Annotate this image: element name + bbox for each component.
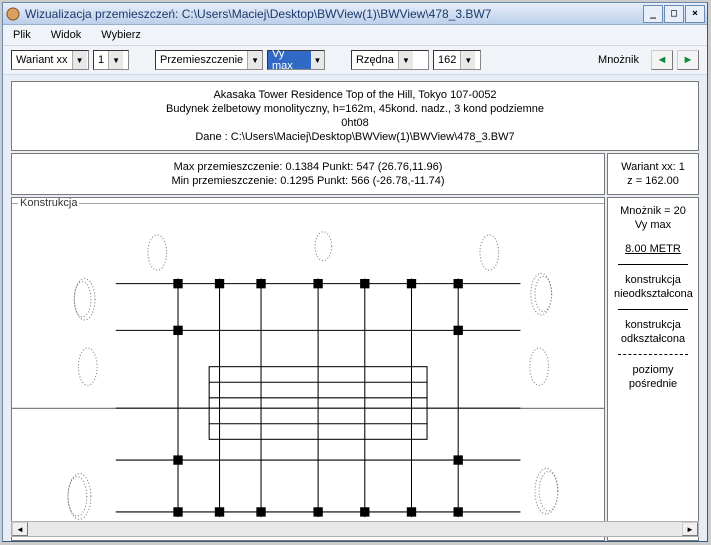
chevron-down-icon: ▼ xyxy=(398,51,413,69)
chevron-down-icon: ▼ xyxy=(72,51,87,69)
num-select[interactable]: 1 ▼ xyxy=(93,50,129,70)
titlebar: Wizualizacja przemieszczeń: C:\Users\Mac… xyxy=(3,3,707,25)
legend-scale: 8.00 METR xyxy=(614,242,692,256)
window-title: Wizualizacja przemieszczeń: C:\Users\Mac… xyxy=(25,7,643,21)
scroll-track[interactable] xyxy=(28,522,682,536)
stats-panel: Max przemieszczenie: 0.1384 Punkt: 547 (… xyxy=(11,153,605,195)
legend-vy: Vy max xyxy=(614,218,692,232)
legend-def2: odkształcona xyxy=(614,332,692,346)
content-area: Akasaka Tower Residence Top of the Hill,… xyxy=(11,81,699,541)
legend-line-solid xyxy=(618,264,688,265)
toolbar: Wariant xx ▼ 1 ▼ Przemieszczenie ▼ Vy ma… xyxy=(3,45,707,75)
wariant-value: Wariant xx xyxy=(16,54,68,66)
application-window: Wizualizacja przemieszczeń: C:\Users\Mac… xyxy=(2,2,708,542)
header-line3: 0ht08 xyxy=(18,116,692,130)
header-panel: Akasaka Tower Residence Top of the Hill,… xyxy=(11,81,699,151)
close-button[interactable]: × xyxy=(685,5,705,23)
chevron-down-icon: ▼ xyxy=(310,51,324,69)
chevron-down-icon: ▼ xyxy=(460,51,475,69)
przem-select[interactable]: Przemieszczenie ▼ xyxy=(155,50,263,70)
mnoznik-label: Mnożnik xyxy=(598,54,639,66)
rzedna-val-select[interactable]: 162 ▼ xyxy=(433,50,481,70)
vymax-select[interactable]: Vy max ▼ xyxy=(267,50,325,70)
menu-file[interactable]: Plik xyxy=(9,27,35,43)
legend-line-dashed xyxy=(618,354,688,355)
legend-lev1: poziomy xyxy=(614,363,692,377)
vymax-value: Vy max xyxy=(272,48,306,72)
minimize-button[interactable]: _ xyxy=(643,5,663,23)
legend-lev2: pośrednie xyxy=(614,377,692,391)
main-panel: Konstrukcja xyxy=(11,197,605,541)
konstrukcja-legend: Konstrukcja xyxy=(18,197,79,209)
chevron-down-icon: ▼ xyxy=(108,51,123,69)
legend-def1: konstrukcja xyxy=(614,318,692,332)
stats-max: Max przemieszczenie: 0.1384 Punkt: 547 (… xyxy=(18,160,598,174)
scroll-right-button[interactable]: ► xyxy=(682,522,698,536)
side-top-panel: Wariant xx: 1 z = 162.00 xyxy=(607,153,699,195)
menu-select[interactable]: Wybierz xyxy=(97,27,145,43)
header-line1: Akasaka Tower Residence Top of the Hill,… xyxy=(18,88,692,102)
chevron-down-icon: ▼ xyxy=(247,51,262,69)
legend-undef1: konstrukcja xyxy=(614,273,692,287)
app-icon xyxy=(5,6,21,22)
legend-line-solid xyxy=(618,309,688,310)
rzedna-select[interactable]: Rzędna ▼ xyxy=(351,50,429,70)
maximize-button[interactable]: □ xyxy=(664,5,684,23)
menu-view[interactable]: Widok xyxy=(47,27,86,43)
przem-value: Przemieszczenie xyxy=(160,54,243,66)
side-wariant: Wariant xx: 1 xyxy=(614,160,692,174)
stats-min: Min przemieszczenie: 0.1295 Punkt: 566 (… xyxy=(18,174,598,188)
horizontal-scrollbar[interactable]: ◄ ► xyxy=(11,521,699,537)
legend-mnoznik: Mnożnik = 20 xyxy=(614,204,692,218)
menubar: Plik Widok Wybierz xyxy=(3,25,707,45)
legend-undef2: nieodkształcona xyxy=(614,287,692,301)
num-value: 1 xyxy=(98,54,104,66)
scroll-left-button[interactable]: ◄ xyxy=(12,522,28,536)
window-controls: _ □ × xyxy=(643,5,705,23)
header-line4: Dane : C:\Users\Maciej\Desktop\BWView(1)… xyxy=(18,130,692,144)
floorplan-diagram[interactable] xyxy=(12,221,605,533)
rzedna-value: Rzędna xyxy=(356,54,394,66)
side-z: z = 162.00 xyxy=(614,174,692,188)
header-line2: Budynek żelbetowy monolityczny, h=162m, … xyxy=(18,102,692,116)
rzedna-val-value: 162 xyxy=(438,54,456,66)
legend-panel: Mnożnik = 20 Vy max 8.00 METR konstrukcj… xyxy=(607,197,699,541)
konstrukcja-fieldset: Konstrukcja xyxy=(11,197,605,541)
mnoznik-prev-button[interactable]: ◄ xyxy=(651,50,673,70)
mnoznik-next-button[interactable]: ► xyxy=(677,50,699,70)
wariant-select[interactable]: Wariant xx ▼ xyxy=(11,50,89,70)
